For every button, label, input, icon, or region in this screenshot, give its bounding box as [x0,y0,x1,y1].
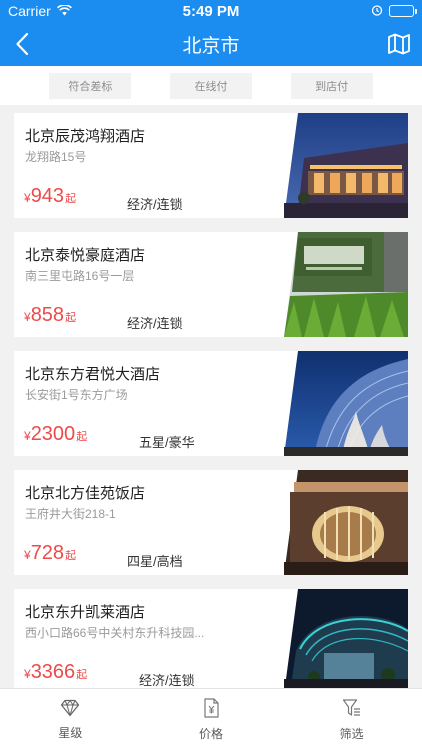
hotel-price: ¥ 3366 起 [24,661,87,684]
price-amount: 943 [30,185,65,207]
filter-online-pay[interactable]: 在线付 [169,72,252,99]
price-suffix: 起 [76,431,88,443]
tab-star-rating-label: 星级 [58,725,83,740]
price-amount: 728 [30,542,65,564]
hotel-price: ¥ 943 起 [24,185,76,208]
hotel-photo [284,113,408,218]
price-suffix: 起 [65,312,77,324]
diamond-icon [61,699,80,716]
hotel-price: ¥ 728 起 [24,542,76,565]
hotel-name: 北京泰悦豪庭酒店 [25,247,146,264]
hotel-photo [284,232,408,337]
currency-symbol: ¥ [24,191,31,205]
price-suffix: 起 [65,550,77,562]
tab-star-rating[interactable]: 星级 [0,689,141,750]
carrier-label: Carrier [8,3,51,19]
page-title: 北京市 [182,35,240,57]
status-bar: Carrier 5:49 PM [0,0,422,22]
nav-bar: 北京市 [0,22,422,66]
filter-icon [342,698,360,716]
hotel-photo [284,351,408,456]
hotel-card[interactable]: 北京东方君悦大酒店 长安街1号东方广场 ¥ 2300 起 五星/豪华 [14,351,408,456]
price-tag-icon [204,697,219,718]
tab-filter-label: 筛选 [339,726,364,741]
chevron-left-icon [16,32,29,56]
battery-icon [389,5,417,17]
hotel-photo [284,589,408,694]
back-button[interactable] [8,30,36,58]
price-amount: 858 [30,304,65,326]
price-amount: 3366 [30,661,76,683]
hotel-address: 长安街1号东方广场 [25,388,128,402]
hotel-price: ¥ 858 起 [24,304,76,327]
hotel-name: 北京东升凯莱酒店 [25,604,146,621]
hotel-address: 龙翔路15号 [25,150,87,164]
hotel-name: 北京北方佳苑饭店 [25,485,146,502]
hotel-card[interactable]: 北京泰悦豪庭酒店 南三里屯路16号一层 ¥ 858 起 经济/连锁 [14,232,408,337]
hotel-price: ¥ 2300 起 [24,423,87,446]
map-icon [388,33,410,55]
price-suffix: 起 [65,193,77,205]
currency-symbol: ¥ [24,310,31,324]
price-suffix: 起 [76,669,88,681]
hotel-card[interactable]: 北京辰茂鸿翔酒店 龙翔路15号 ¥ 943 起 经济/连锁 [14,113,408,218]
currency-symbol: ¥ [24,548,31,562]
hotel-name: 北京东方君悦大酒店 [25,366,161,383]
tab-filter[interactable]: 筛选 [281,689,422,750]
filter-policy-compliant[interactable]: 符合差标 [49,72,132,99]
hotel-name: 北京辰茂鸿翔酒店 [25,128,146,145]
tab-price-label: 价格 [199,726,224,741]
price-amount: 2300 [30,423,76,445]
hotel-category: 经济/连锁 [127,197,183,212]
alarm-icon [371,3,383,19]
bottom-tab-bar: 星级 价格 筛选 [0,688,422,750]
hotel-card[interactable]: 北京北方佳苑饭店 王府井大街218-1 ¥ 728 起 四星/高档 [14,470,408,575]
hotel-category: 经济/连锁 [127,316,183,331]
map-button[interactable] [386,31,412,57]
hotel-address: 王府井大街218-1 [25,507,116,521]
wifi-icon [56,3,72,19]
hotel-category: 五星/豪华 [139,435,195,450]
hotel-category: 四星/高档 [127,554,183,569]
filter-pay-at-hotel[interactable]: 到店付 [290,72,373,99]
currency-symbol: ¥ [24,429,31,443]
hotel-category: 经济/连锁 [139,673,195,688]
tab-price[interactable]: 价格 [141,689,282,750]
filter-bar: 符合差标 在线付 到店付 [0,66,422,105]
hotel-address: 南三里屯路16号一层 [25,269,135,283]
hotel-card[interactable]: 北京东升凯莱酒店 西小口路66号中关村东升科技园... ¥ 3366 起 经济/… [14,589,408,694]
hotel-address: 西小口路66号中关村东升科技园... [25,626,205,640]
hotel-photo [284,470,408,575]
currency-symbol: ¥ [24,667,31,681]
